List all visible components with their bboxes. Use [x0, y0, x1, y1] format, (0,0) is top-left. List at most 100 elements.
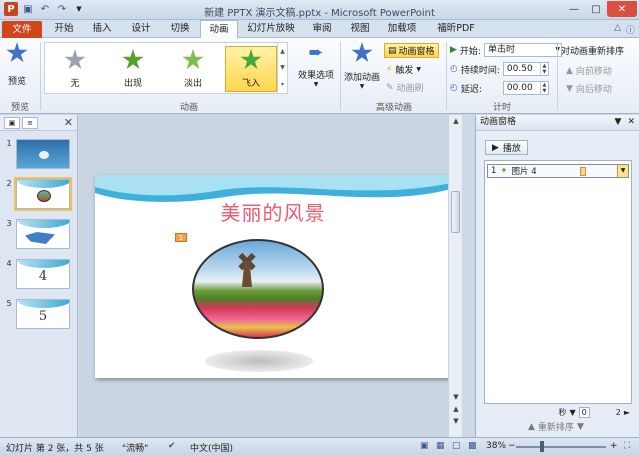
timeline: 秒 ▼ 0 2 ►	[484, 406, 632, 418]
tab-transitions[interactable]: 切换	[162, 20, 198, 38]
play-icon: ▶	[492, 142, 499, 153]
slideshow-view-icon[interactable]: ▩	[468, 441, 477, 451]
normal-view-icon[interactable]: ▣	[420, 441, 429, 451]
minimize-icon[interactable]: —	[563, 1, 585, 17]
tab-slideshow[interactable]: 幻灯片放映	[240, 20, 302, 38]
move-later-button[interactable]: ▼ 向后移动	[566, 82, 612, 96]
animation-pane: 动画窗格 ▼ ✕ ▶ 播放 1 ✦ 图片 4 ▼ 秒 ▼ 0 2 ► ▲ 重新排…	[475, 115, 639, 437]
trigger-button[interactable]: ⚡ 触发 ▼	[386, 63, 421, 77]
gallery-item-fade[interactable]: 淡出	[167, 46, 219, 92]
slides-tab[interactable]: ▣	[4, 117, 20, 129]
tab-view[interactable]: 视图	[342, 20, 378, 38]
duration-spinner[interactable]: 00.50 ▲ ▼	[502, 62, 549, 76]
gallery-item-appear[interactable]: 出现	[107, 46, 159, 92]
timeline-end: 2	[615, 407, 621, 417]
animation-order-marker[interactable]: 1	[175, 233, 187, 242]
slide-title[interactable]: 美丽的风景	[95, 197, 451, 226]
pane-options-icon[interactable]: ▼	[615, 115, 622, 130]
scroll-up-icon[interactable]: ▲	[280, 48, 285, 55]
animation-item[interactable]: 1 ✦ 图片 4 ▼	[487, 164, 629, 178]
windmill-picture[interactable]: ✖	[192, 239, 324, 339]
start-select[interactable]: 单击时▼	[483, 43, 562, 57]
ribbon-separator	[40, 42, 41, 110]
slide-thumbnail-4[interactable]: 4 4	[2, 259, 70, 289]
outline-tab[interactable]: ≡	[22, 117, 38, 129]
timing-bar[interactable]	[580, 167, 586, 176]
vertical-scrollbar[interactable]: ▲ ▼ ▲ ▼	[448, 115, 462, 437]
language-indicator[interactable]: 中文(中国)	[190, 441, 233, 454]
preview-button[interactable]: 预览	[6, 42, 28, 87]
tab-review[interactable]: 审阅	[304, 20, 340, 38]
star-icon	[182, 49, 204, 70]
minimize-ribbon-icon[interactable]: △	[614, 23, 621, 36]
previous-slide-icon[interactable]: ▲	[449, 405, 463, 413]
chevron-down-icon: ▼	[359, 83, 365, 90]
slide-editing-area: 美丽的风景 1 ✖ ▲ ▼ ▲ ▼	[79, 115, 462, 437]
close-icon[interactable]: ✕	[627, 115, 635, 130]
spellcheck-icon[interactable]: ✔	[168, 441, 176, 451]
tab-file[interactable]: 文件	[2, 21, 42, 38]
reorder-down-icon[interactable]: ▼	[577, 422, 584, 432]
move-earlier-button[interactable]: ▲ 向前移动	[566, 64, 612, 78]
gallery-item-none[interactable]: 无	[49, 46, 101, 92]
star-icon	[122, 49, 144, 70]
fit-slide-icon[interactable]: ⛶	[624, 441, 630, 451]
timeline-zoom-icon[interactable]: ▼	[570, 408, 576, 417]
slide-thumbnail-1[interactable]: 1	[2, 139, 70, 169]
tab-design[interactable]: 设计	[122, 20, 160, 38]
move-earlier-label: 向前移动	[575, 67, 612, 77]
scroll-down-icon[interactable]: ▼	[449, 393, 463, 401]
zoom-out-icon[interactable]: −	[508, 441, 516, 451]
slide-thumbnail-2[interactable]: 2	[2, 177, 72, 211]
chevron-down-icon: ▼	[313, 81, 319, 88]
delay-spinner[interactable]: 00.00 ▲ ▼	[502, 81, 549, 95]
animation-pane-button[interactable]: ▤ 动画窗格	[384, 43, 439, 58]
tab-animations[interactable]: 动画	[200, 20, 238, 39]
close-icon[interactable]: ✕	[607, 1, 637, 17]
play-button[interactable]: ▶ 播放	[485, 140, 528, 155]
animation-painter-button[interactable]: ✎ 动画刷	[386, 81, 424, 95]
add-star-icon	[351, 42, 373, 63]
help-icon[interactable]: ⓘ	[626, 23, 635, 36]
close-icon[interactable]: ✕	[64, 116, 73, 129]
zoom-level[interactable]: 38%	[486, 441, 506, 451]
status-bar: 幻灯片 第 2 张，共 5 张 "流畅" ✔ 中文(中国) ▣ ▦ □ ▩ 38…	[0, 437, 639, 455]
slide-thumbnail-5[interactable]: 5 5	[2, 299, 70, 329]
tab-home[interactable]: 开始	[46, 20, 82, 38]
zoom-in-icon[interactable]: +	[610, 441, 618, 451]
gallery-scroll[interactable]: ▲ ▼ ▾	[277, 43, 287, 93]
tab-insert[interactable]: 插入	[84, 20, 120, 38]
add-animation-button[interactable]: 添加动画 ▼	[344, 42, 380, 90]
scroll-thumb[interactable]	[451, 191, 460, 233]
current-slide[interactable]: 美丽的风景 1 ✖	[95, 175, 451, 378]
effect-options-button[interactable]: ➨ 效果选项 ▼	[298, 42, 335, 89]
gallery-item-label: 出现	[123, 79, 142, 89]
animation-pane-label: 动画窗格	[398, 47, 435, 57]
reading-view-icon[interactable]: □	[452, 441, 461, 451]
gallery-item-fly-in[interactable]: 飞入	[225, 46, 277, 92]
slide-thumbnail-3[interactable]: 3	[2, 219, 70, 249]
animation-pane-title: 动画窗格	[480, 117, 517, 127]
tab-addins[interactable]: 加载项	[380, 20, 424, 38]
group-label-preview: 预览	[10, 103, 29, 113]
slides-pane: ▣ ≡ ✕ 1 2 3 4 4 5 5	[0, 115, 78, 437]
reorder-up-icon[interactable]: ▲	[528, 422, 535, 432]
maximize-icon[interactable]: □	[585, 1, 607, 17]
effect-options-label: 效果选项	[298, 71, 335, 81]
chevron-down-icon[interactable]: ▼	[617, 165, 628, 177]
gallery-more-icon[interactable]: ▾	[281, 81, 284, 88]
timeline-start[interactable]: 0	[578, 406, 590, 418]
next-slide-icon[interactable]: ▼	[449, 417, 463, 425]
slide-sorter-icon[interactable]: ▦	[436, 441, 445, 451]
play-label: 播放	[502, 144, 521, 154]
clock-icon: ◴	[450, 64, 458, 74]
zoom-slider[interactable]	[516, 446, 606, 448]
scroll-down-icon[interactable]: ▼	[280, 64, 285, 71]
lightning-icon: ⚡	[386, 64, 393, 75]
timeline-scroll-icon[interactable]: ►	[624, 408, 630, 417]
scroll-up-icon[interactable]: ▲	[449, 117, 463, 125]
tab-foxit-pdf[interactable]: 福昕PDF	[428, 20, 484, 38]
animation-pane-header: 动画窗格 ▼ ✕	[476, 115, 639, 131]
zoom-slider-knob[interactable]	[540, 441, 544, 452]
delay-label: 延迟:	[460, 84, 482, 95]
